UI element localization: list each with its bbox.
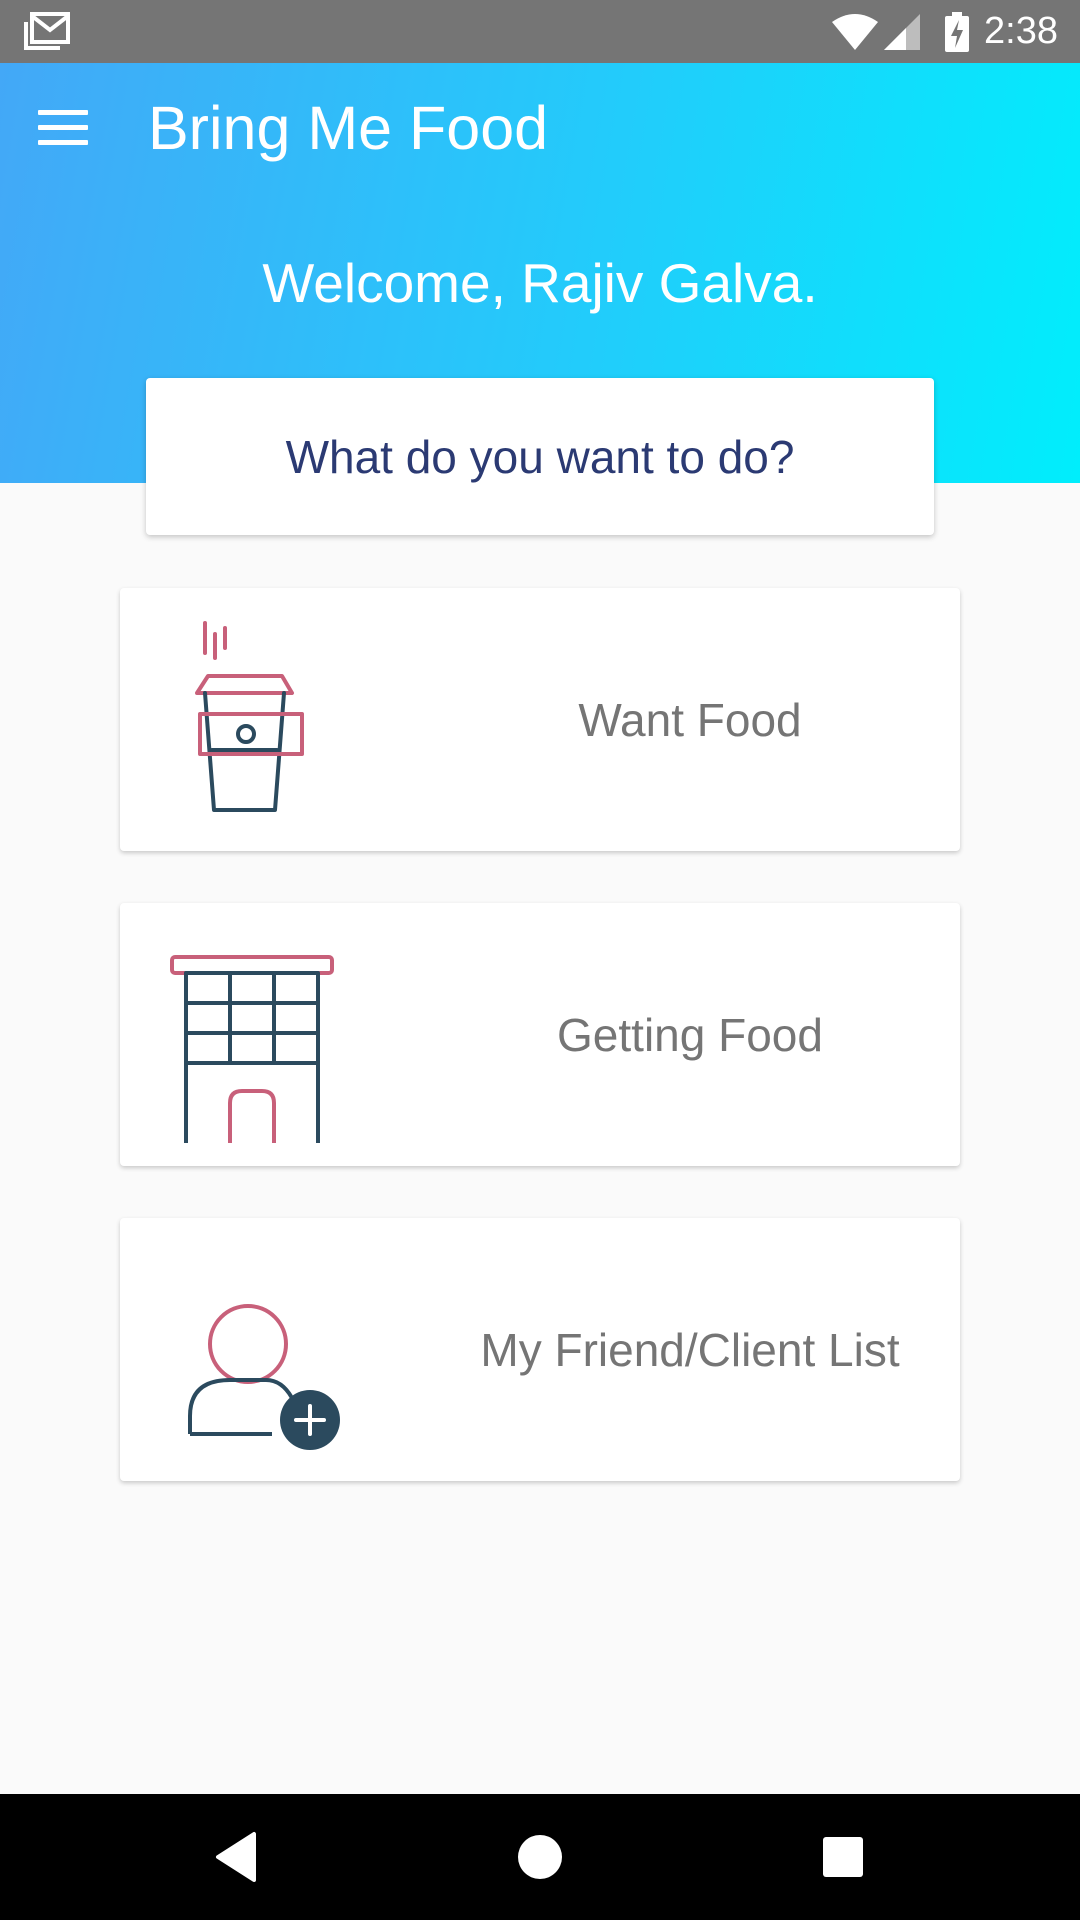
home-icon[interactable]	[507, 1824, 573, 1890]
app-title: Bring Me Food	[148, 94, 549, 162]
back-icon[interactable]	[204, 1824, 270, 1890]
getting-food-card[interactable]: Getting Food	[120, 903, 960, 1166]
battery-charging-icon	[945, 11, 970, 52]
recents-icon[interactable]	[810, 1824, 876, 1890]
status-icons: 2:38	[832, 0, 1058, 63]
want-food-label: Want Food	[578, 693, 802, 746]
coffee-cup-icon	[195, 621, 304, 812]
friend-client-list-card[interactable]: My Friend/Client List	[120, 1218, 960, 1481]
clock: 2:38	[984, 10, 1058, 52]
gmail-icon	[24, 12, 70, 50]
want-food-card[interactable]: Want Food	[120, 588, 960, 851]
building-icon	[170, 955, 334, 1143]
navigation-bar	[0, 1794, 1080, 1920]
prompt-card: What do you want to do?	[146, 378, 934, 535]
friend-client-list-label: My Friend/Client List	[480, 1323, 900, 1376]
status-bar: 2:38	[0, 0, 1080, 63]
add-user-icon	[188, 1304, 340, 1450]
wifi-icon	[832, 13, 879, 50]
signal-icon	[884, 13, 921, 50]
welcome-message: Welcome, Rajiv Galva.	[262, 252, 818, 314]
getting-food-label: Getting Food	[557, 1008, 823, 1061]
hamburger-menu-icon[interactable]	[38, 110, 88, 146]
prompt-text: What do you want to do?	[285, 430, 795, 483]
